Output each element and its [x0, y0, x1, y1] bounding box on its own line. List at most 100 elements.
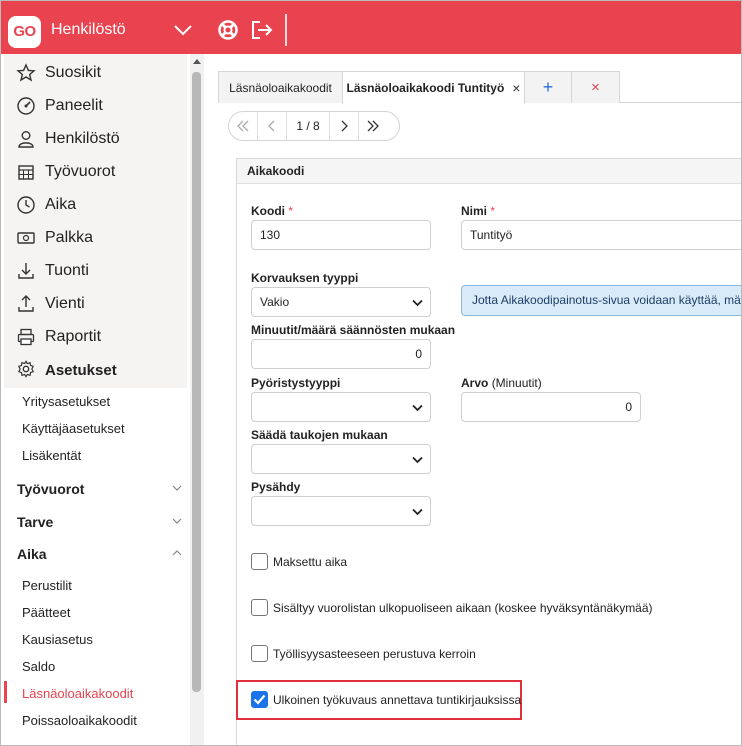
close-all-tabs-button[interactable]: × [571, 71, 620, 103]
sidebar-group-label: Tarve [17, 514, 54, 530]
double-chevron-left-icon [237, 120, 249, 132]
sidebar-sub-poissaoloaikakoodit[interactable]: Poissaoloaikakoodit [22, 713, 137, 728]
tab-lasnaoloaikakoodit[interactable]: Läsnäoloaikakoodit [218, 71, 343, 103]
close-icon[interactable]: × [512, 80, 520, 96]
sidebar-sub-lisakentat[interactable]: Lisäkentät [22, 448, 81, 463]
sidebar-item-raportit[interactable]: Raportit [4, 320, 187, 353]
sidebar-scrollbar-thumb[interactable] [192, 72, 201, 692]
money-icon [15, 227, 37, 249]
first-page-button[interactable] [229, 112, 257, 140]
chevron-down-icon [412, 456, 423, 464]
calendar-icon [15, 161, 37, 183]
dashboard-icon [15, 95, 37, 117]
clock-icon [15, 194, 37, 216]
gear-icon [17, 360, 37, 380]
nimi-input[interactable]: Tuntityö [461, 220, 742, 250]
required-mark: * [490, 204, 496, 218]
sidebar-primary-menu: Suosikit Paneelit Henkilöstö Työvuorot A… [4, 54, 187, 352]
chevron-down-icon[interactable] [172, 22, 194, 38]
pysahdy-select[interactable] [251, 496, 431, 526]
checkbox-label[interactable]: Ulkoinen työkuvaus annettava tuntikirjau… [273, 693, 521, 707]
sidebar-item-label: Raportit [45, 327, 102, 345]
saada-taukojen-select[interactable] [251, 444, 431, 474]
sidebar-item-label: Työvuorot [45, 162, 116, 180]
logout-icon[interactable] [250, 19, 274, 41]
tyollisyysaste-kerroin-row: Työllisyysasteeseen perustuva kerroin [251, 645, 476, 662]
sisaltyy-vuorolistan-checkbox[interactable] [251, 599, 268, 616]
pyoristystyyppi-select[interactable] [251, 392, 431, 422]
active-indicator [4, 681, 7, 703]
sidebar-sub-yritysasetukset[interactable]: Yritysasetukset [22, 394, 110, 409]
go-logo[interactable]: GO [8, 16, 41, 48]
checkbox-label[interactable]: Maksettu aika [273, 555, 347, 569]
koodi-label: Koodi * [251, 204, 293, 218]
sidebar-item-asetukset[interactable]: Asetukset [4, 352, 187, 388]
download-icon [15, 260, 37, 282]
top-bar: GO Henkilöstö [0, 0, 742, 54]
sidebar-group-tarve[interactable]: Tarve [17, 514, 182, 530]
sisaltyy-vuorolistan-row: Sisältyy vuorolistan ulkopuoliseen aikaa… [251, 599, 653, 616]
next-page-button[interactable] [330, 112, 358, 140]
select-value: Vakio [260, 295, 290, 309]
app-title[interactable]: Henkilöstö [51, 21, 126, 39]
minuutit-input[interactable]: 0 [251, 339, 431, 369]
sidebar-item-henkilosto[interactable]: Henkilöstö [4, 122, 187, 155]
sidebar-sub-saldo[interactable]: Saldo [22, 659, 55, 674]
minuutit-label: Minuutit/määrä säännösten mukaan [251, 323, 456, 337]
arvo-label: Arvo (Minuutit) [461, 376, 542, 390]
previous-page-button[interactable] [258, 112, 286, 140]
sidebar-item-label: Suosikit [45, 63, 102, 81]
sidebar-sub-kausiasetus[interactable]: Kausiasetus [22, 632, 93, 647]
chevron-down-icon [172, 518, 182, 524]
checkmark-icon [253, 694, 266, 705]
sidebar-item-label: Palkka [45, 228, 94, 246]
chevron-down-icon [172, 485, 182, 491]
double-chevron-right-icon [367, 120, 379, 132]
sidebar-sub-lasnaoloaikakoodit[interactable]: Läsnäoloaikakoodit [22, 686, 133, 701]
pyoristystyyppi-label: Pyöristystyyppi [251, 376, 341, 390]
tab-lasnaoloaikakoodi-tuntityo[interactable]: Läsnäoloaikakoodi Tuntityö × [342, 71, 525, 104]
arvo-input[interactable]: 0 [461, 392, 641, 422]
sidebar-item-label: Aika [45, 195, 77, 213]
sidebar-item-palkka[interactable]: Palkka [4, 221, 187, 254]
sidebar-item-paneelit[interactable]: Paneelit [4, 89, 187, 122]
printer-icon [15, 326, 37, 348]
sidebar-group-label: Työvuorot [17, 481, 85, 497]
sidebar-group-tyovuorot[interactable]: Työvuorot [17, 481, 182, 497]
sidebar-item-suosikit[interactable]: Suosikit [4, 56, 187, 89]
scroll-up-arrow-icon[interactable] [193, 59, 201, 64]
sidebar-item-vienti[interactable]: Vienti [4, 287, 187, 320]
tab-label: Läsnäoloaikakoodi Tuntityö [346, 81, 505, 95]
sidebar-item-tuonti[interactable]: Tuonti [4, 254, 187, 287]
last-page-button[interactable] [359, 112, 387, 140]
maksettu-aika-checkbox[interactable] [251, 553, 268, 570]
lifebuoy-icon[interactable] [217, 19, 239, 41]
sidebar-item-tyovuorot[interactable]: Työvuorot [4, 155, 187, 188]
record-pager: 1 / 8 [228, 111, 400, 141]
sidebar-item-aika[interactable]: Aika [4, 188, 187, 221]
upload-icon [15, 293, 37, 315]
sidebar-sub-paatteet[interactable]: Päätteet [22, 605, 70, 620]
sidebar-item-label: Henkilöstö [45, 129, 120, 147]
checkbox-label[interactable]: Työllisyysasteeseen perustuva kerroin [273, 647, 476, 661]
chevron-down-icon [412, 299, 423, 307]
chevron-left-icon [268, 120, 275, 132]
tyollisyysaste-kerroin-checkbox[interactable] [251, 645, 268, 662]
sidebar-sub-kayttajaasetukset[interactable]: Käyttäjäasetukset [22, 421, 125, 436]
ulkoinen-tyokuvaus-checkbox[interactable] [251, 691, 268, 708]
chevron-down-icon [412, 404, 423, 412]
add-tab-button[interactable]: + [524, 71, 572, 103]
koodi-input[interactable]: 130 [251, 220, 431, 250]
korvauksen-tyyppi-select[interactable]: Vakio [251, 287, 431, 317]
checkbox-label[interactable]: Sisältyy vuorolistan ulkopuoliseen aikaa… [273, 601, 653, 615]
saada-taukojen-label: Säädä taukojen mukaan [251, 428, 388, 442]
sidebar-item-label: Asetukset [45, 361, 117, 379]
star-icon [15, 62, 37, 84]
close-icon: × [591, 79, 600, 96]
sidebar-group-aika[interactable]: Aika [17, 546, 182, 562]
nimi-label: Nimi * [461, 204, 495, 218]
chevron-down-icon [412, 508, 423, 516]
tab-bar: Läsnäoloaikakoodit Läsnäoloaikakoodi Tun… [218, 71, 742, 104]
sidebar-sub-perustilit[interactable]: Perustilit [22, 578, 72, 593]
korvauksen-tyyppi-label: Korvauksen tyyppi [251, 271, 359, 285]
